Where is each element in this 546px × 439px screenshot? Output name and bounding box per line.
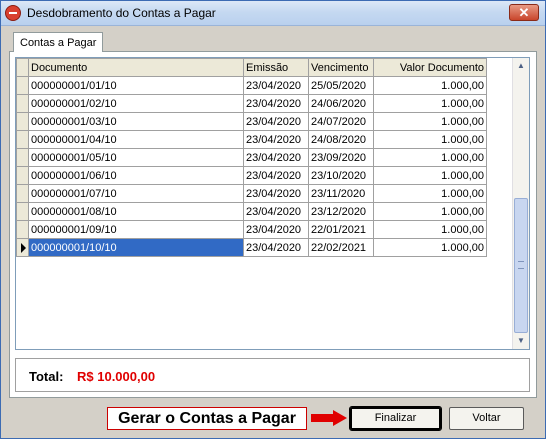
- cell-emissao: 23/04/2020: [243, 184, 309, 203]
- cell-emissao: 23/04/2020: [243, 94, 309, 113]
- cell-valor: 1.000,00: [373, 76, 487, 95]
- column-header-emissao[interactable]: Emissão: [243, 58, 309, 77]
- cell-documento: 000000001/08/10: [28, 202, 244, 221]
- total-label: Total:: [29, 369, 64, 384]
- app-icon: [5, 5, 21, 21]
- cell-emissao: 23/04/2020: [243, 130, 309, 149]
- column-header-documento[interactable]: Documento: [28, 58, 244, 77]
- cell-documento: 000000001/02/10: [28, 94, 244, 113]
- cell-valor: 1.000,00: [373, 94, 487, 113]
- dialog-window: Desdobramento do Contas a Pagar ✕ Contas…: [0, 0, 546, 439]
- cell-vencimento: 23/10/2020: [308, 166, 374, 185]
- cell-vencimento: 22/01/2021: [308, 220, 374, 239]
- row-indicator[interactable]: [16, 94, 29, 113]
- cell-documento: 000000001/10/10: [28, 238, 244, 257]
- cell-valor: 1.000,00: [373, 202, 487, 221]
- cell-documento: 000000001/06/10: [28, 166, 244, 185]
- cell-valor: 1.000,00: [373, 238, 487, 257]
- row-indicator[interactable]: [16, 202, 29, 221]
- cell-emissao: 23/04/2020: [243, 112, 309, 131]
- red-arrow-icon: [311, 410, 347, 426]
- table-row[interactable]: 000000001/08/10 23/04/2020 23/12/2020 1.000…: [16, 202, 487, 221]
- tab-control: Contas a Pagar Documento Emissão Vencime…: [9, 32, 537, 398]
- row-indicator[interactable]: [16, 112, 29, 131]
- cell-valor: 1.000,00: [373, 184, 487, 203]
- table-row[interactable]: 000000001/05/10 23/04/2020 23/09/2020 1.000…: [16, 148, 487, 167]
- row-indicator-header: [16, 58, 29, 77]
- cell-valor: 1.000,00: [373, 130, 487, 149]
- installments-table: Documento Emissão Vencimento Valor Docum…: [16, 58, 487, 257]
- cell-vencimento: 22/02/2021: [308, 238, 374, 257]
- row-indicator[interactable]: [16, 184, 29, 203]
- window-title: Desdobramento do Contas a Pagar: [27, 6, 216, 20]
- voltar-button[interactable]: Voltar: [449, 407, 524, 430]
- table-row[interactable]: 000000001/03/10 23/04/2020 24/07/2020 1.000…: [16, 112, 487, 131]
- cell-emissao: 23/04/2020: [243, 220, 309, 239]
- total-value: R$ 10.000,00: [77, 369, 156, 384]
- table-row[interactable]: 000000001/02/10 23/04/2020 24/06/2020 1.000…: [16, 94, 487, 113]
- voltar-button-label: Voltar: [472, 412, 501, 424]
- row-indicator[interactable]: [16, 166, 29, 185]
- cell-vencimento: 25/05/2020: [308, 76, 374, 95]
- tab-panel: Documento Emissão Vencimento Valor Docum…: [9, 51, 537, 398]
- header-row: Documento Emissão Vencimento Valor Docum…: [16, 58, 487, 77]
- close-button[interactable]: ✕: [509, 4, 539, 21]
- finalizar-button-label: Finalizar: [374, 412, 417, 424]
- cell-vencimento: 24/07/2020: [308, 112, 374, 131]
- row-indicator[interactable]: [16, 148, 29, 167]
- current-row-arrow-icon: [21, 242, 26, 253]
- cell-valor: 1.000,00: [373, 166, 487, 185]
- cell-documento: 000000001/03/10: [28, 112, 244, 131]
- cell-documento: 000000001/07/10: [28, 184, 244, 203]
- row-indicator[interactable]: [16, 220, 29, 239]
- cell-documento: 000000001/04/10: [28, 130, 244, 149]
- annotation-label: Gerar o Contas a Pagar: [107, 407, 307, 430]
- cell-emissao: 23/04/2020: [243, 202, 309, 221]
- scroll-thumb[interactable]: [514, 198, 528, 333]
- table-row[interactable]: 000000001/06/10 23/04/2020 23/10/2020 1.000…: [16, 166, 487, 185]
- column-header-valor[interactable]: Valor Documento: [373, 58, 487, 77]
- table-row[interactable]: 000000001/07/10 23/04/2020 23/11/2020 1.000…: [16, 184, 487, 203]
- cell-emissao: 23/04/2020: [243, 148, 309, 167]
- cell-emissao: 23/04/2020: [243, 76, 309, 95]
- scroll-down-arrow-icon[interactable]: ▼: [513, 333, 529, 349]
- cell-vencimento: 24/06/2020: [308, 94, 374, 113]
- cell-valor: 1.000,00: [373, 112, 487, 131]
- title-bar[interactable]: Desdobramento do Contas a Pagar ✕: [1, 1, 545, 26]
- cell-vencimento: 23/11/2020: [308, 184, 374, 203]
- column-header-vencimento[interactable]: Vencimento: [308, 58, 374, 77]
- cell-emissao: 23/04/2020: [243, 166, 309, 185]
- row-indicator[interactable]: [16, 76, 29, 95]
- scroll-up-arrow-icon[interactable]: ▲: [513, 58, 529, 74]
- cell-emissao: 23/04/2020: [243, 238, 309, 257]
- cell-documento: 000000001/05/10: [28, 148, 244, 167]
- cell-vencimento: 23/12/2020: [308, 202, 374, 221]
- cell-valor: 1.000,00: [373, 220, 487, 239]
- table-row[interactable]: 000000001/04/10 23/04/2020 24/08/2020 1.000…: [16, 130, 487, 149]
- total-panel: Total: R$ 10.000,00: [15, 358, 530, 392]
- table-row[interactable]: 000000001/10/10 23/04/2020 22/02/2021 1.000…: [16, 238, 487, 257]
- table-row[interactable]: 000000001/01/10 23/04/2020 25/05/2020 1.000…: [16, 76, 487, 95]
- vertical-scrollbar[interactable]: ▲ ▼: [512, 58, 529, 349]
- cell-vencimento: 23/09/2020: [308, 148, 374, 167]
- installments-grid[interactable]: Documento Emissão Vencimento Valor Docum…: [15, 57, 530, 350]
- cell-vencimento: 24/08/2020: [308, 130, 374, 149]
- finalizar-button[interactable]: Finalizar: [349, 406, 442, 431]
- tab-contas-a-pagar[interactable]: Contas a Pagar: [13, 32, 104, 52]
- grid-body: 000000001/01/10 23/04/2020 25/05/2020 1.000…: [16, 76, 487, 257]
- table-row[interactable]: 000000001/09/10 23/04/2020 22/01/2021 1.000…: [16, 220, 487, 239]
- cell-documento: 000000001/09/10: [28, 220, 244, 239]
- row-indicator[interactable]: [16, 238, 29, 257]
- row-indicator[interactable]: [16, 130, 29, 149]
- cell-valor: 1.000,00: [373, 148, 487, 167]
- cell-documento: 000000001/01/10: [28, 76, 244, 95]
